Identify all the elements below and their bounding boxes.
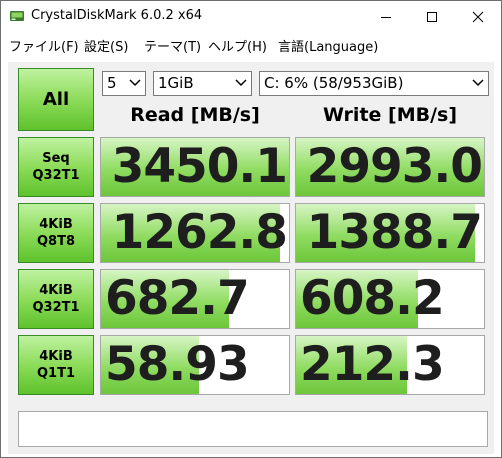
menu-theme[interactable]: テーマ(T) [144, 36, 201, 55]
row-label-type: Seq [42, 151, 70, 166]
write-result-4kib-q8t8: 1388.7 [295, 203, 485, 263]
title-bar[interactable]: CrystalDiskMark 6.0.2 x64 [1, 1, 501, 32]
seq-q32t1-button[interactable]: Seq Q32T1 [18, 137, 94, 197]
menu-language[interactable]: 言語(Language) [278, 36, 378, 55]
close-button[interactable] [455, 1, 501, 32]
row-label-type: 4KiB [39, 349, 73, 364]
row-label-queue: Q1T1 [36, 366, 75, 381]
read-value: 1262.8 [111, 205, 288, 260]
maximize-icon [427, 11, 437, 22]
drive-value: C: 6% (58/953GiB) [264, 74, 404, 92]
chevron-down-icon [472, 79, 484, 87]
benchmark-panel: All 5 1GiB C: 6% (58/953GiB) Read [MB/s]… [8, 62, 494, 454]
maximize-button[interactable] [409, 1, 455, 32]
menu-bar: ファイル(F) 設定(S) テーマ(T) ヘルプ(H) 言語(Language) [1, 32, 501, 57]
app-window: CrystalDiskMark 6.0.2 x64 ファイル(F) 設定(S) … [0, 0, 502, 458]
count-select[interactable]: 5 [102, 71, 146, 96]
size-value: 1GiB [158, 74, 194, 92]
write-value: 1388.7 [306, 205, 483, 260]
close-icon [472, 11, 484, 22]
read-value: 682.7 [105, 271, 250, 326]
drive-select[interactable]: C: 6% (58/953GiB) [259, 71, 489, 96]
read-result-4kib-q8t8: 1262.8 [100, 203, 290, 263]
disk-app-icon [9, 8, 25, 24]
write-header: Write [MB/s] [322, 104, 458, 126]
write-value: 2993.0 [306, 139, 483, 194]
size-select[interactable]: 1GiB [153, 71, 252, 96]
minimize-icon [381, 16, 391, 18]
all-button[interactable]: All [18, 68, 94, 131]
write-value: 608.2 [300, 271, 445, 326]
4kib-q1t1-button[interactable]: 4KiB Q1T1 [18, 335, 94, 395]
row-label-queue: Q8T8 [36, 234, 75, 249]
write-result-4kib-q1t1: 212.3 [295, 335, 485, 395]
comment-field[interactable] [18, 411, 488, 447]
count-value: 5 [107, 74, 117, 92]
menu-help[interactable]: ヘルプ(H) [208, 36, 267, 55]
4kib-q8t8-button[interactable]: 4KiB Q8T8 [18, 203, 94, 263]
write-result-seq-q32t1: 2993.0 [295, 137, 485, 197]
write-result-4kib-q32t1: 608.2 [295, 269, 485, 329]
row-label-queue: Q32T1 [32, 300, 80, 315]
read-value: 58.93 [105, 337, 250, 392]
read-value: 3450.1 [111, 139, 288, 194]
4kib-q32t1-button[interactable]: 4KiB Q32T1 [18, 269, 94, 329]
menu-settings[interactable]: 設定(S) [84, 36, 128, 55]
row-label-type: 4KiB [39, 283, 73, 298]
read-result-4kib-q32t1: 682.7 [100, 269, 290, 329]
minimize-button[interactable] [363, 1, 409, 32]
chevron-down-icon [235, 79, 247, 87]
menu-file[interactable]: ファイル(F) [9, 36, 79, 55]
row-label-type: 4KiB [39, 217, 73, 232]
window-title: CrystalDiskMark 6.0.2 x64 [31, 8, 203, 23]
chevron-down-icon [129, 79, 141, 87]
row-label-queue: Q32T1 [32, 168, 80, 183]
read-header: Read [MB/s] [130, 104, 260, 126]
write-value: 212.3 [300, 337, 445, 392]
read-result-seq-q32t1: 3450.1 [100, 137, 290, 197]
read-result-4kib-q1t1: 58.93 [100, 335, 290, 395]
